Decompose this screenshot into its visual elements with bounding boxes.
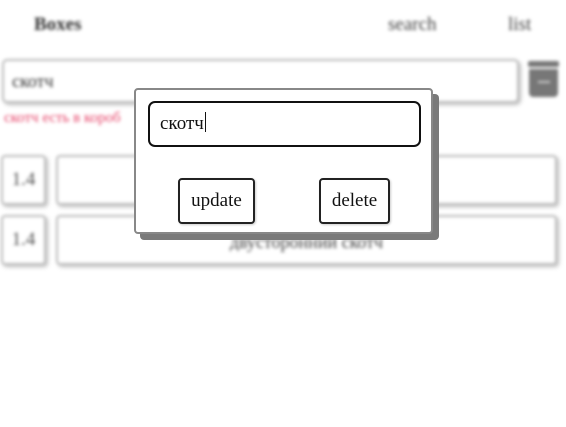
box-number[interactable]: 1.4 — [1, 215, 46, 265]
trash-lid — [528, 61, 559, 67]
trash-line — [538, 81, 550, 83]
modal-item-input[interactable]: скотч — [148, 101, 421, 147]
modal-input-value: скотч — [160, 113, 204, 134]
trash-icon[interactable] — [528, 61, 559, 97]
box-number[interactable]: 1.4 — [1, 155, 46, 205]
top-nav: Boxes search list — [0, 0, 566, 50]
app-title: Boxes — [34, 14, 82, 35]
nav-search-link[interactable]: search — [388, 14, 437, 36]
text-caret — [204, 112, 206, 132]
edit-modal: скотч update delete — [134, 88, 433, 234]
update-button[interactable]: update — [178, 178, 255, 224]
nav-list-link[interactable]: list — [508, 14, 531, 36]
warning-message: скотч есть в короб — [4, 110, 121, 126]
delete-button[interactable]: delete — [319, 178, 390, 224]
trash-body — [529, 69, 558, 97]
